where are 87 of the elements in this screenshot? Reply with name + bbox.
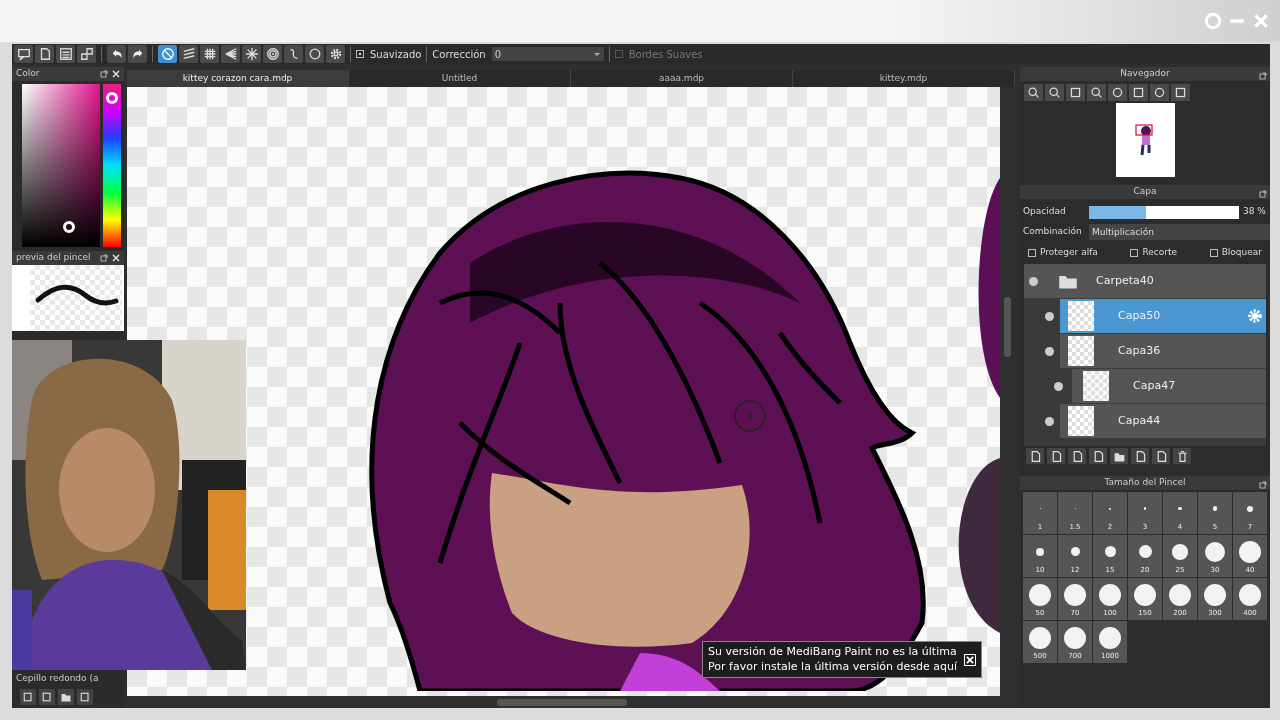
blend-mode-dropdown[interactable]: Multiplicación — [1089, 224, 1270, 240]
page-tool[interactable] — [35, 45, 54, 63]
undock-icon[interactable] — [1259, 189, 1267, 198]
update-notification[interactable]: Su versión de MediBang Paint no es la última Por favor instale la última versión desde aquí — [702, 641, 982, 678]
notification-text: Su versión de MediBang Paint no es la última — [708, 645, 957, 660]
color-picker-square[interactable] — [22, 84, 100, 247]
undock-icon[interactable] — [100, 254, 108, 262]
layer-name: Capa50 — [1118, 307, 1162, 324]
layer-row[interactable]: Carpeta40 — [1024, 264, 1266, 299]
notification-text: Por favor instale la última versión desde aquí — [708, 659, 957, 674]
undock-icon[interactable] — [1259, 71, 1267, 80]
opacity-slider[interactable] — [1089, 205, 1239, 219]
curve-tool[interactable] — [284, 45, 303, 63]
snap-off-tool[interactable] — [158, 45, 177, 63]
smoothing-checkbox[interactable] — [356, 50, 364, 58]
snap-off-icon — [160, 47, 175, 61]
hue-slider[interactable] — [103, 84, 121, 247]
gear-icon[interactable] — [1247, 307, 1263, 324]
color-marker-icon — [63, 221, 75, 233]
trash-icon[interactable] — [1175, 449, 1189, 463]
brush-size-title: Tamaño del Pincel — [1104, 476, 1186, 490]
list-icon — [58, 47, 73, 61]
option-checkbox[interactable] — [1209, 249, 1218, 257]
visibility-icon[interactable] — [1054, 381, 1063, 391]
visibility-icon[interactable] — [1045, 346, 1054, 356]
navigator-title: Navegador — [1120, 67, 1170, 81]
document-tab[interactable]: aaaa.mdp — [571, 70, 793, 87]
zoom-in-icon[interactable] — [1048, 86, 1061, 99]
opacity-reading: 38 % — [1243, 205, 1266, 219]
layer-thumbnail — [1068, 336, 1094, 366]
zoom-actual-icon[interactable] — [1027, 86, 1040, 99]
undock-icon[interactable] — [1259, 480, 1267, 489]
perspective-tool[interactable] — [221, 45, 240, 63]
layer-name: Carpeta40 — [1096, 272, 1155, 289]
parallel-lines-icon — [181, 47, 196, 61]
folder-icon[interactable] — [60, 691, 72, 703]
zoom-out-icon[interactable] — [1090, 86, 1103, 99]
radial-lines-tool[interactable] — [242, 45, 261, 63]
concentric-circles-tool[interactable] — [263, 45, 282, 63]
soft-edges-label: Bordes Suaves — [628, 47, 703, 62]
visibility-icon[interactable] — [1045, 416, 1054, 426]
document-tab[interactable]: Untitled — [349, 70, 571, 87]
parallel-lines-tool[interactable] — [179, 45, 198, 63]
concentric-circles-icon — [265, 47, 280, 61]
layer-thumbnail — [1068, 301, 1094, 331]
opacity-label: Opacidad — [1023, 205, 1067, 219]
option-label: Recorte — [1142, 246, 1178, 260]
circle-ruler-icon — [307, 47, 322, 61]
color-panel-title: Color — [16, 67, 40, 81]
layer-panel-title: Capa — [1133, 185, 1157, 199]
undock-icon[interactable] — [100, 70, 108, 78]
redo-tool[interactable] — [128, 45, 147, 63]
navigator-thumbnail[interactable] — [1115, 103, 1175, 177]
brush-list-item[interactable]: Cepillo redondo (a — [16, 672, 99, 686]
visibility-icon[interactable] — [1029, 276, 1038, 286]
undo-tool[interactable] — [107, 45, 126, 63]
settings-icon — [328, 47, 343, 61]
cursor-icon — [734, 400, 766, 432]
blend-mode-label: Combinación — [1023, 225, 1083, 239]
settings-tool[interactable] — [326, 45, 345, 63]
caret-icon — [593, 52, 600, 56]
document-tab[interactable]: kittey corazon cara.mdp — [127, 70, 349, 87]
chat-icon — [16, 47, 31, 61]
brush-preview-title: previa del pincel — [16, 251, 91, 265]
option-checkbox[interactable] — [1028, 249, 1036, 257]
layer-thumbnail — [1068, 406, 1094, 436]
perspective-icon — [223, 47, 238, 61]
circle-ruler-tool[interactable] — [305, 45, 324, 63]
layer-name: Capa47 — [1133, 377, 1177, 394]
close-icon[interactable] — [112, 70, 120, 78]
layer-name: Capa36 — [1118, 342, 1162, 359]
option-label: Proteger alfa — [1040, 246, 1098, 260]
grid-tool[interactable] — [200, 45, 219, 63]
close-icon[interactable] — [112, 254, 120, 262]
layer-name: Capa44 — [1118, 412, 1162, 429]
smoothing-label: Suavizado — [370, 47, 422, 62]
option-label: Bloquear — [1221, 246, 1262, 260]
list-tool[interactable] — [56, 45, 75, 63]
document-tab[interactable]: kittey.mdp — [793, 70, 1015, 87]
grid-icon — [202, 47, 217, 61]
option-checkbox[interactable] — [1130, 249, 1139, 257]
correction-label: Corrección — [432, 47, 486, 62]
radial-lines-icon — [244, 47, 259, 61]
layer-thumbnail — [1083, 371, 1109, 401]
visibility-icon[interactable] — [1045, 311, 1054, 321]
correction-dropdown[interactable]: 0 — [491, 47, 604, 61]
chat-tool[interactable] — [14, 45, 33, 63]
